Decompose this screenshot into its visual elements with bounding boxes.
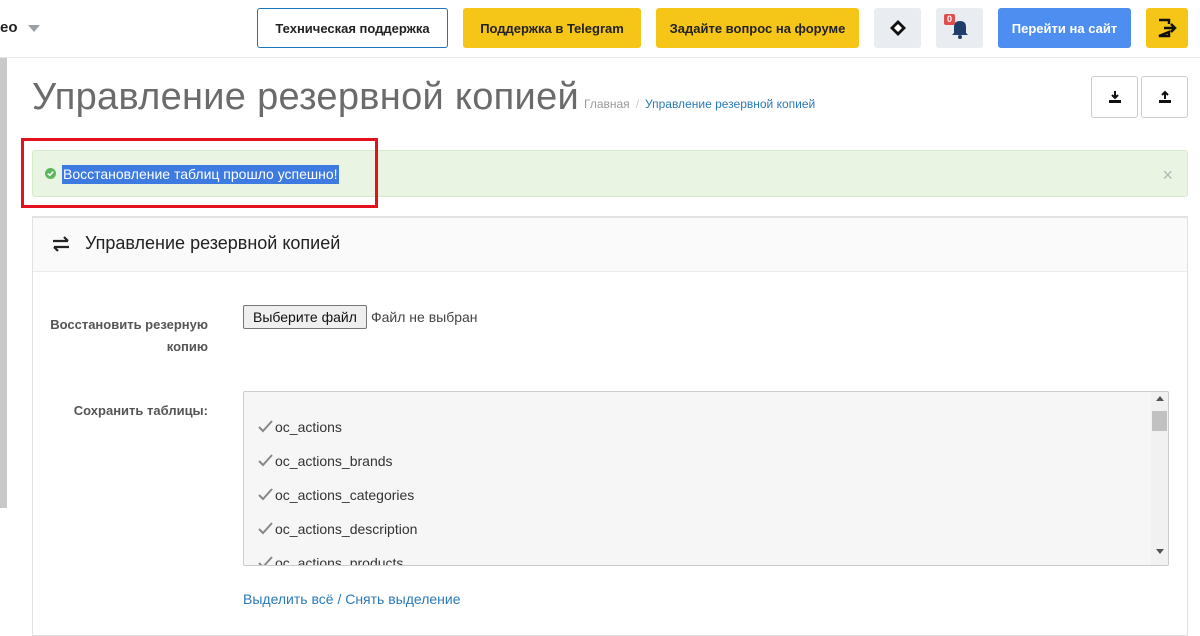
eraser-icon: [889, 20, 906, 36]
table-item[interactable]: oc_actions_description: [257, 520, 417, 537]
go-to-site-button[interactable]: Перейти на сайт: [998, 8, 1131, 48]
checkmark-icon[interactable]: [257, 520, 274, 537]
tables-list[interactable]: oc_actions oc_actions_brands oc_actions_…: [243, 391, 1169, 566]
choose-file-button[interactable]: Выберите файл: [243, 305, 367, 329]
table-name: oc_actions_products: [275, 555, 404, 566]
forum-question-button[interactable]: Задайте вопрос на форуме: [656, 8, 859, 48]
tech-support-button[interactable]: Техническая поддержка: [257, 8, 448, 48]
scroll-down-arrow-icon[interactable]: [1156, 549, 1164, 554]
chevron-down-icon[interactable]: [28, 25, 40, 32]
save-tables-label: Сохранить таблицы:: [73, 403, 208, 418]
selection-links: Выделить всё / Снять выделение: [243, 591, 461, 607]
top-header: eo Техническая поддержка Поддержка в Tel…: [0, 0, 1200, 58]
breadcrumb-current-link[interactable]: Управление резервной копией: [645, 97, 815, 111]
page-title: Управление резервной копией: [32, 76, 580, 118]
checkmark-icon[interactable]: [257, 486, 274, 503]
upload-icon: [1158, 90, 1171, 103]
checkmark-icon[interactable]: [257, 418, 274, 435]
checkmark-icon[interactable]: [257, 452, 274, 469]
tables-scrollbar[interactable]: [1151, 392, 1168, 565]
links-separator: /: [337, 591, 342, 607]
table-name: oc_actions: [275, 419, 342, 435]
select-all-link[interactable]: Выделить всё: [243, 591, 334, 607]
deselect-all-link[interactable]: Снять выделение: [345, 591, 460, 607]
scroll-thumb[interactable]: [1152, 411, 1167, 431]
table-item[interactable]: oc_actions_brands: [257, 452, 393, 469]
red-highlight-frame: [21, 138, 378, 208]
panel-title: Управление резервной копией: [85, 233, 341, 253]
breadcrumb: Главная / Управление резервной копией: [584, 97, 815, 111]
exchange-icon: [53, 236, 69, 252]
close-icon[interactable]: ×: [1162, 165, 1173, 186]
logout-button[interactable]: [1146, 8, 1188, 48]
brand-name[interactable]: eo: [0, 19, 18, 36]
clear-cache-button[interactable]: [874, 8, 921, 48]
upload-backup-button[interactable]: [1141, 76, 1188, 118]
panel-heading: Управление резервной копией: [33, 218, 1187, 272]
breadcrumb-separator: /: [635, 97, 640, 111]
table-name: oc_actions_description: [275, 521, 418, 537]
download-backup-button[interactable]: [1091, 76, 1138, 118]
scroll-up-arrow-icon[interactable]: [1156, 396, 1164, 401]
logout-icon: [1158, 18, 1177, 38]
download-icon: [1108, 91, 1121, 103]
table-name: oc_actions_brands: [275, 453, 393, 469]
breadcrumb-home-link[interactable]: Главная: [584, 97, 630, 111]
table-item[interactable]: oc_actions_products: [257, 554, 404, 566]
table-item[interactable]: oc_actions: [257, 418, 342, 435]
notifications-button[interactable]: 0: [936, 8, 983, 48]
left-scrollbar[interactable]: [0, 58, 7, 508]
table-name: oc_actions_categories: [275, 487, 415, 503]
telegram-support-button[interactable]: Поддержка в Telegram: [463, 8, 641, 48]
table-item[interactable]: oc_actions_categories: [257, 486, 414, 503]
checkmark-icon[interactable]: [257, 554, 274, 566]
notification-count-badge: 0: [944, 14, 956, 25]
file-status-text: Файл не выбран: [371, 309, 478, 325]
restore-backup-label: Восстановить резерную копию: [50, 317, 208, 354]
